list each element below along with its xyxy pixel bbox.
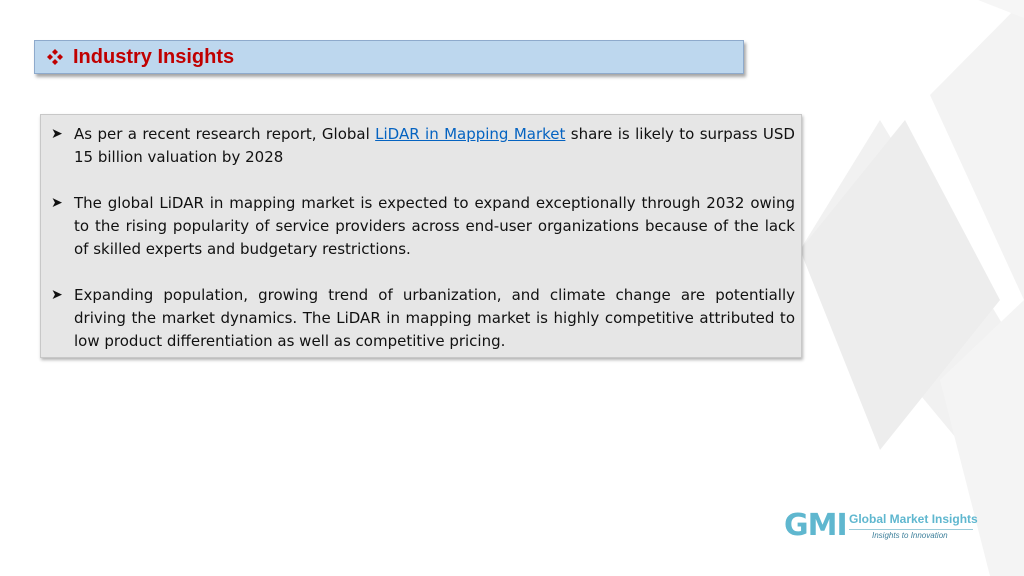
bullet-text: Expanding population, growing trend of u… [74,286,795,350]
arrow-bullet-icon: ➤ [51,126,63,142]
arrow-bullet-icon: ➤ [51,195,63,211]
bullet-text: As per a recent research report, Global … [74,125,795,166]
list-item: ➤ The global LiDAR in mapping market is … [51,192,795,261]
list-item: ➤ Expanding population, growing trend of… [51,284,795,353]
bullet-text: The global LiDAR in mapping market is ex… [74,194,795,258]
logo-tagline: Insights to Innovation [872,531,948,540]
logo-name: Global Market Insights [849,512,978,526]
diamond-bullet-icon [45,47,65,67]
header-bar: Industry Insights [34,40,744,74]
arrow-bullet-icon: ➤ [51,287,63,303]
logo-mark: GMI [784,508,848,543]
company-logo: GMI Global Market Insights Insights to I… [784,508,984,548]
list-item: ➤ As per a recent research report, Globa… [51,123,795,169]
logo-divider [849,529,973,530]
lidar-market-link[interactable]: LiDAR in Mapping Market [375,125,565,143]
insights-content-box: ➤ As per a recent research report, Globa… [40,114,802,358]
page-title: Industry Insights [73,45,235,68]
